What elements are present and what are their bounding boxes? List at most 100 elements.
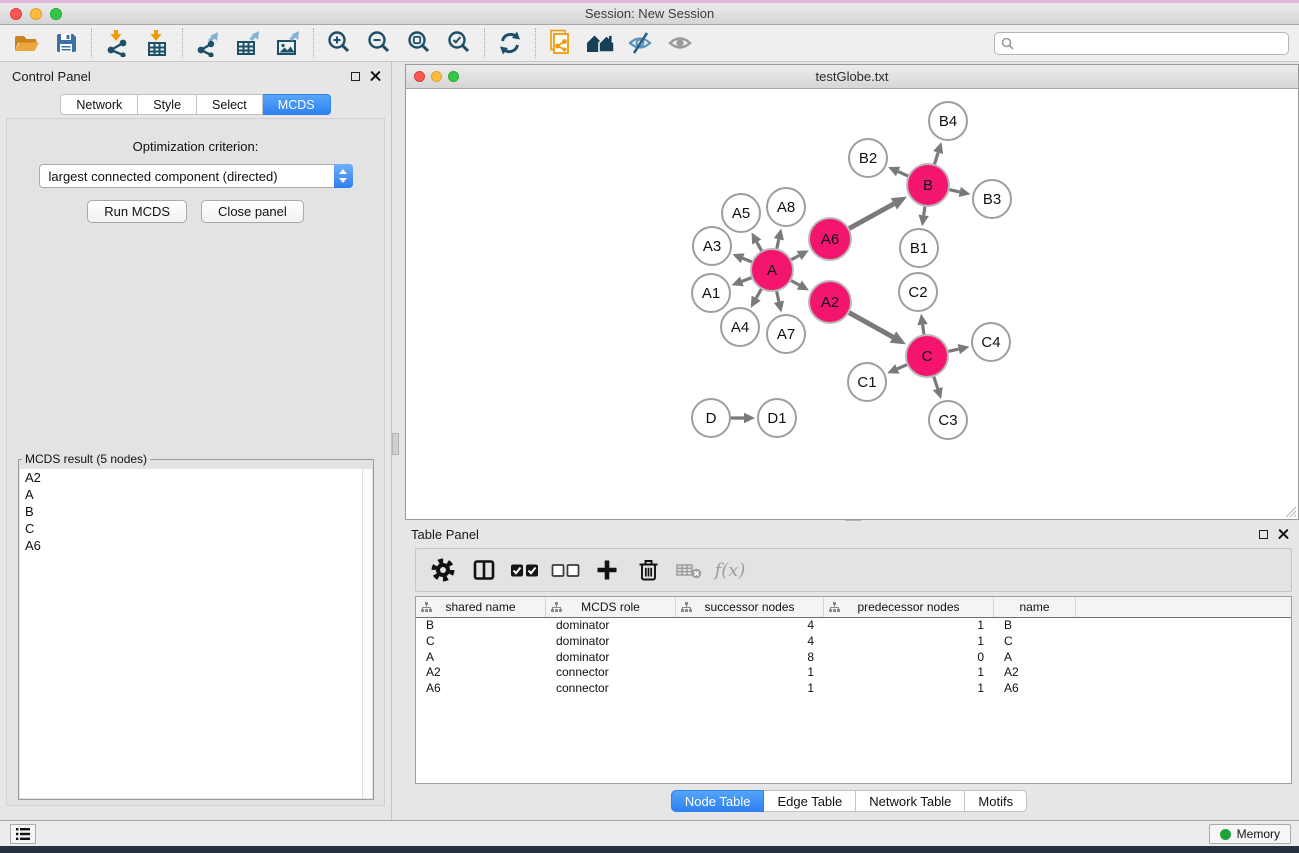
table-row[interactable]: A2connector11A2 xyxy=(416,665,1291,681)
function-builder-button[interactable]: f(x) xyxy=(713,553,747,587)
export-table-button[interactable] xyxy=(228,27,268,59)
network-file-icon xyxy=(548,29,574,57)
search-input[interactable] xyxy=(1018,37,1282,51)
application-window: Session: New Session xyxy=(0,0,1299,853)
zoom-window-button[interactable] xyxy=(50,8,62,20)
minimize-window-button[interactable] xyxy=(30,8,42,20)
table-toolbar: f(x) xyxy=(415,548,1292,592)
float-table-panel-icon[interactable] xyxy=(1259,530,1268,539)
select-all-button[interactable] xyxy=(508,553,542,587)
run-mcds-button[interactable]: Run MCDS xyxy=(87,200,187,223)
deselect-all-button[interactable] xyxy=(549,553,583,587)
import-table-icon xyxy=(144,30,170,57)
export-network-button[interactable] xyxy=(188,27,228,59)
network-window-titlebar[interactable]: testGlobe.txt xyxy=(406,65,1298,89)
column-header-successor-nodes[interactable]: successor nodes xyxy=(676,597,824,617)
tab-network[interactable]: Network xyxy=(60,94,138,115)
memory-button[interactable]: Memory xyxy=(1209,824,1291,844)
vertical-splitter-handle[interactable] xyxy=(392,433,399,455)
delete-table-button[interactable] xyxy=(672,553,706,587)
zoom-out-button[interactable] xyxy=(359,27,399,59)
tab-style[interactable]: Style xyxy=(138,94,197,115)
table-settings-button[interactable] xyxy=(426,553,460,587)
column-header-shared-name[interactable]: shared name xyxy=(416,597,546,617)
scrollbar-gutter[interactable] xyxy=(362,469,372,798)
tab-motifs[interactable]: Motifs xyxy=(965,790,1027,812)
table-cell: 1 xyxy=(676,665,824,681)
graph-node-label: A1 xyxy=(702,285,720,302)
mcds-result-item[interactable]: A xyxy=(20,486,372,503)
network-close-button[interactable] xyxy=(414,71,425,82)
close-table-panel-icon[interactable] xyxy=(1278,529,1289,540)
graph-edge-A2-C[interactable] xyxy=(843,309,893,337)
mcds-result-list[interactable]: A2ABCA6 xyxy=(20,469,372,798)
network-from-file-button[interactable] xyxy=(541,27,581,59)
delete-table-icon xyxy=(675,560,703,580)
open-folder-icon xyxy=(12,31,40,55)
delete-column-button[interactable] xyxy=(631,553,665,587)
graph-edge-A6-B[interactable] xyxy=(843,204,894,232)
zoom-in-icon xyxy=(326,30,352,56)
graph-node-label: B1 xyxy=(910,240,928,257)
import-network-button[interactable] xyxy=(97,27,137,59)
table-row[interactable]: Adominator80A xyxy=(416,650,1291,666)
mcds-tab-content: Optimization criterion: largest connecte… xyxy=(6,118,385,806)
zoom-out-icon xyxy=(366,30,392,56)
sort-tree-icon xyxy=(681,602,692,613)
tab-node-table[interactable]: Node Table xyxy=(671,790,765,812)
network-zoom-button[interactable] xyxy=(448,71,459,82)
main-area: Control Panel NetworkStyleSelectMCDS Opt… xyxy=(0,62,1299,820)
mcds-result-item[interactable]: C xyxy=(20,520,372,537)
graph-node-label: B xyxy=(923,177,933,194)
export-image-button[interactable] xyxy=(268,27,308,59)
table-row[interactable]: A6connector11A6 xyxy=(416,681,1291,697)
open-session-button[interactable] xyxy=(6,27,46,59)
hide-details-button[interactable] xyxy=(621,27,661,59)
zoom-in-button[interactable] xyxy=(319,27,359,59)
table-cell: dominator xyxy=(546,634,676,650)
home-button[interactable] xyxy=(581,27,621,59)
network-canvas[interactable]: B4B2BB3B1A5A8A6A3AA1C2A2A4A7C4CC1C3DD1 xyxy=(406,89,1298,519)
refresh-button[interactable] xyxy=(490,27,530,59)
create-column-button[interactable] xyxy=(590,553,624,587)
network-minimize-button[interactable] xyxy=(431,71,442,82)
table-cell: 1 xyxy=(824,681,994,697)
table-cell: 0 xyxy=(824,650,994,666)
tab-mcds[interactable]: MCDS xyxy=(263,94,331,115)
export-network-icon xyxy=(194,30,222,57)
zoom-selected-button[interactable] xyxy=(439,27,479,59)
mcds-result-item[interactable]: B xyxy=(20,503,372,520)
show-details-button[interactable] xyxy=(661,27,701,59)
search-field[interactable] xyxy=(994,32,1289,55)
tab-edge-table[interactable]: Edge Table xyxy=(764,790,856,812)
column-header-name[interactable]: name xyxy=(994,597,1076,617)
resize-grip-icon[interactable] xyxy=(1283,504,1297,518)
float-panel-icon[interactable] xyxy=(351,72,360,81)
table-row[interactable]: Cdominator41C xyxy=(416,634,1291,650)
mcds-result-item[interactable]: A6 xyxy=(20,537,372,554)
sort-tree-icon xyxy=(551,602,562,613)
mcds-result-group: MCDS result (5 nodes) A2ABCA6 xyxy=(18,452,374,800)
column-header-predecessor-nodes[interactable]: predecessor nodes xyxy=(824,597,994,617)
table-row[interactable]: Bdominator41B xyxy=(416,618,1291,634)
tab-network-table[interactable]: Network Table xyxy=(856,790,965,812)
import-table-button[interactable] xyxy=(137,27,177,59)
table-cell: 8 xyxy=(676,650,824,666)
table-panel-title: Table Panel xyxy=(411,527,479,542)
fx-icon: f(x) xyxy=(715,560,746,581)
close-window-button[interactable] xyxy=(10,8,22,20)
criterion-dropdown[interactable]: largest connected component (directed) xyxy=(39,164,353,188)
zoom-fit-button[interactable] xyxy=(399,27,439,59)
column-header-mcds-role[interactable]: MCDS role xyxy=(546,597,676,617)
control-panel-title: Control Panel xyxy=(12,69,91,84)
export-table-icon xyxy=(234,30,262,57)
graph-node-label: A6 xyxy=(821,231,839,248)
mcds-result-item[interactable]: A2 xyxy=(20,469,372,486)
close-panel-button[interactable]: Close panel xyxy=(201,200,304,223)
save-session-button[interactable] xyxy=(46,27,86,59)
show-columns-button[interactable] xyxy=(467,553,501,587)
tab-select[interactable]: Select xyxy=(197,94,263,115)
task-history-button[interactable] xyxy=(10,824,36,844)
window-titlebar[interactable]: Session: New Session xyxy=(0,3,1299,25)
close-panel-icon[interactable] xyxy=(370,71,381,82)
